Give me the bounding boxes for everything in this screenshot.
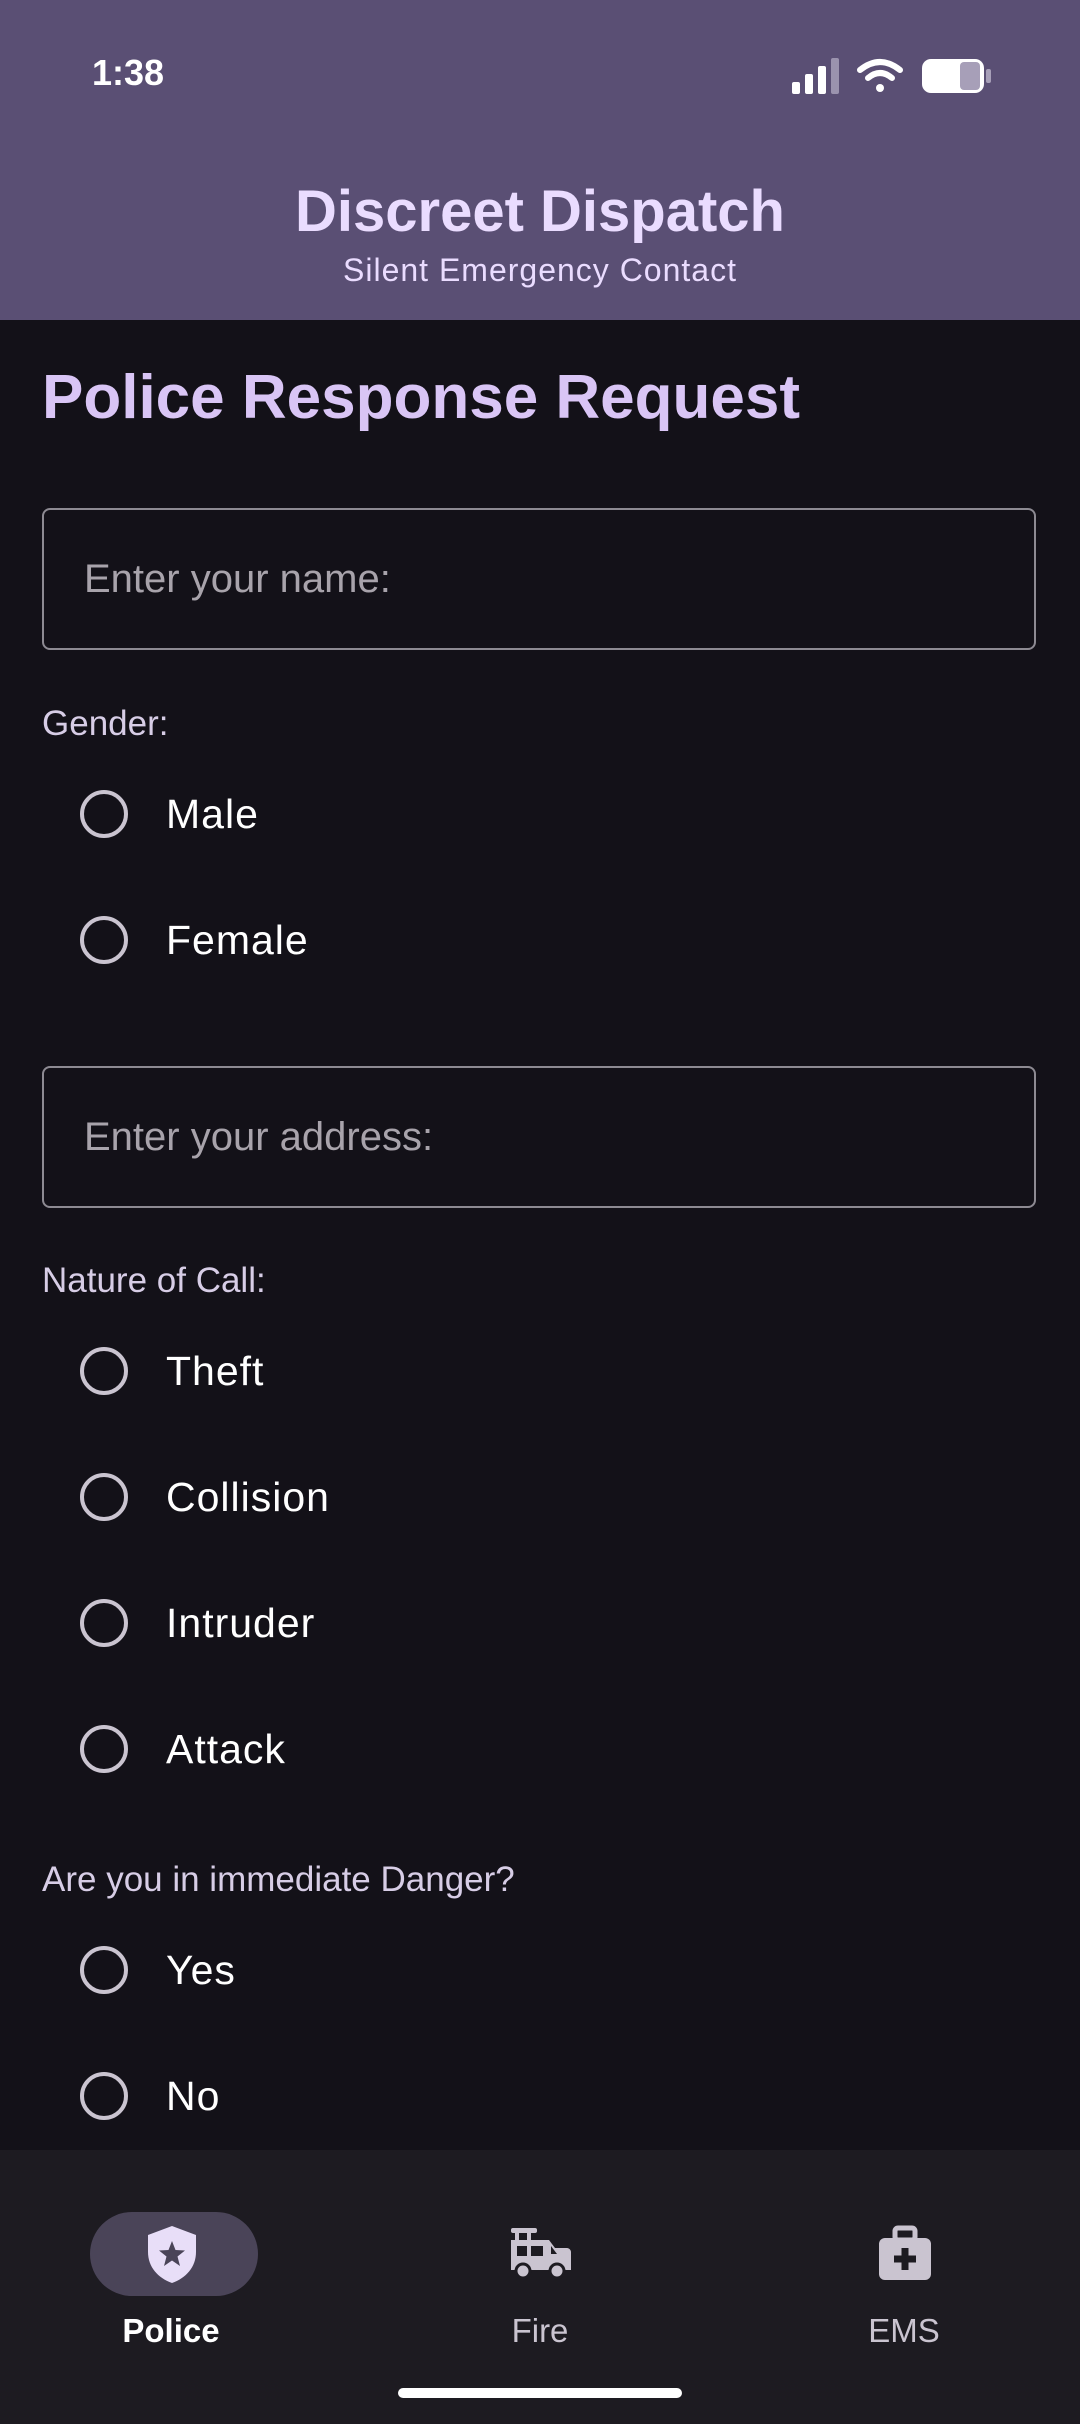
medical-kit-icon bbox=[879, 2225, 931, 2280]
status-icons bbox=[792, 58, 991, 94]
nav-label-ems: EMS bbox=[868, 2312, 940, 2349]
radio-label: Yes bbox=[166, 1946, 236, 1993]
radio-label: Female bbox=[166, 916, 309, 963]
nav-label-fire: Fire bbox=[511, 2312, 569, 2349]
danger-option-yes[interactable]: Yes bbox=[42, 1922, 1002, 2018]
app-title: Discreet Dispatch bbox=[295, 179, 785, 244]
nature-option-collision[interactable]: Collision bbox=[42, 1449, 1002, 1545]
nature-option-attack[interactable]: Attack bbox=[42, 1701, 1002, 1797]
radio-label: No bbox=[166, 2072, 221, 2119]
danger-label: Are you in immediate Danger? bbox=[42, 1860, 515, 1899]
signal-icon bbox=[792, 58, 839, 94]
radio-label: Intruder bbox=[166, 1599, 316, 1646]
name-input[interactable] bbox=[42, 508, 1036, 650]
radio-button[interactable] bbox=[80, 1946, 128, 1994]
radio-label: Theft bbox=[166, 1347, 265, 1394]
radio-button[interactable] bbox=[80, 1599, 128, 1647]
bottom-navigation: Police Fire EMS bbox=[0, 2150, 1080, 2424]
address-input[interactable] bbox=[42, 1066, 1036, 1208]
home-indicator bbox=[398, 2388, 682, 2398]
fire-truck-icon bbox=[511, 2228, 571, 2280]
wifi-icon bbox=[857, 59, 903, 92]
nav-label-police: Police bbox=[122, 2312, 220, 2349]
page-title: Police Response Request bbox=[42, 363, 801, 432]
nature-of-call-label: Nature of Call: bbox=[42, 1261, 266, 1300]
nature-option-intruder[interactable]: Intruder bbox=[42, 1575, 1002, 1671]
radio-label: Collision bbox=[166, 1473, 330, 1520]
danger-option-no[interactable]: No bbox=[42, 2048, 1002, 2144]
radio-button[interactable] bbox=[80, 1725, 128, 1773]
radio-button[interactable] bbox=[80, 1347, 128, 1395]
gender-option-female[interactable]: Female bbox=[42, 892, 1002, 988]
gender-label: Gender: bbox=[42, 704, 169, 743]
radio-button[interactable] bbox=[80, 1473, 128, 1521]
nav-item-police[interactable]: Police bbox=[0, 2180, 360, 2360]
radio-button[interactable] bbox=[80, 790, 128, 838]
status-time: 1:38 bbox=[92, 52, 165, 93]
nav-item-fire[interactable]: Fire bbox=[369, 2180, 729, 2360]
battery-icon bbox=[922, 59, 991, 93]
radio-label: Male bbox=[166, 790, 259, 837]
nature-option-theft[interactable]: Theft bbox=[42, 1323, 1002, 1419]
app-header: 1:38 Discreet Dispatch Silent Emergency … bbox=[0, 0, 1080, 320]
gender-option-male[interactable]: Male bbox=[42, 766, 1002, 862]
app-subtitle: Silent Emergency Contact bbox=[343, 252, 737, 288]
radio-label: Attack bbox=[166, 1725, 286, 1772]
radio-button[interactable] bbox=[80, 916, 128, 964]
radio-button[interactable] bbox=[80, 2072, 128, 2120]
nav-item-ems[interactable]: EMS bbox=[733, 2180, 1080, 2360]
police-shield-icon bbox=[148, 2226, 196, 2283]
